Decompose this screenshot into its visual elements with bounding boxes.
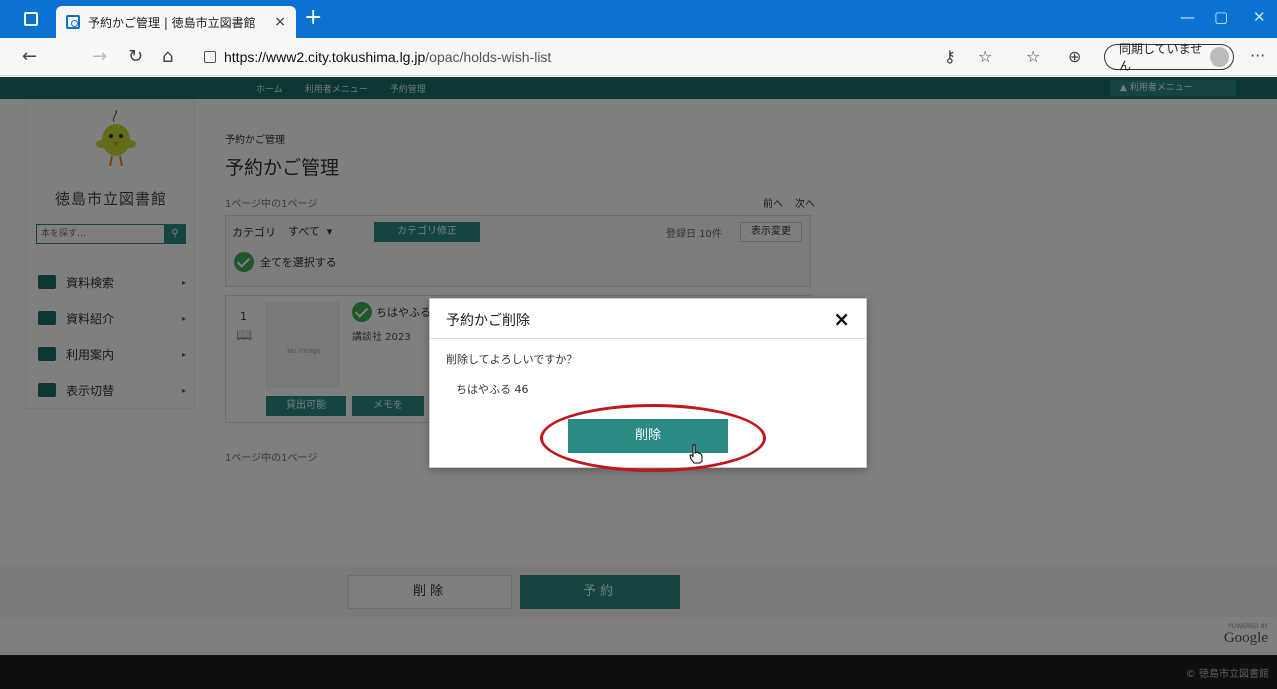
sync-label: 同期していません	[1119, 42, 1203, 73]
close-icon[interactable]: ×	[833, 307, 850, 331]
dialog-item-name: ちはやふる 46	[456, 383, 529, 396]
add-favorite-icon[interactable]: ☆	[978, 47, 992, 66]
avatar-icon	[1209, 47, 1229, 67]
confirm-delete-button[interactable]: 削除	[568, 419, 728, 453]
dialog-header: 予約かご削除 ×	[430, 299, 866, 339]
minimize-icon[interactable]: —	[1180, 8, 1195, 26]
window-close-icon[interactable]: ✕	[1253, 8, 1266, 26]
tab-title: 予約かご管理 | 徳島市立図書館	[88, 15, 256, 30]
address-bar: ← → ↻ ⌂ https://www2.city.tokushima.lg.j…	[0, 38, 1277, 76]
collections-icon[interactable]: ⊕	[1068, 47, 1081, 66]
forward-icon[interactable]: →	[92, 46, 107, 67]
back-icon[interactable]: ←	[22, 46, 37, 67]
tab-close-icon[interactable]: ×	[274, 14, 286, 30]
url-host: https://www2.city.tokushima.lg.jp	[224, 49, 426, 65]
dialog-message: 削除してよろしいですか？	[446, 353, 578, 366]
new-tab-button[interactable]: +	[304, 4, 322, 32]
home-icon[interactable]: ⌂	[162, 46, 173, 67]
lock-icon	[204, 51, 216, 63]
dialog-title: 予約かご削除	[446, 313, 530, 329]
more-icon[interactable]: ···	[1250, 46, 1265, 65]
favorites-icon[interactable]: ☆	[1026, 47, 1040, 66]
sync-button[interactable]: 同期していません	[1104, 42, 1234, 73]
browser-tab-bar: 予約かご管理 | 徳島市立図書館 × + — ▢ ✕	[0, 0, 1277, 38]
tab-actions-icon[interactable]	[24, 12, 38, 26]
delete-confirm-dialog: 予約かご削除 × 削除してよろしいですか？ ちはやふる 46 削除	[429, 298, 867, 468]
refresh-icon[interactable]: ↻	[128, 46, 143, 67]
browser-tab[interactable]: 予約かご管理 | 徳島市立図書館 ×	[56, 6, 296, 38]
url-field[interactable]: https://www2.city.tokushima.lg.jp/opac/h…	[196, 42, 916, 72]
favicon-icon	[66, 15, 80, 29]
maximize-icon[interactable]: ▢	[1214, 8, 1228, 26]
key-icon[interactable]: ⚷	[944, 47, 956, 66]
url-path: /opac/holds-wish-list	[425, 49, 552, 65]
